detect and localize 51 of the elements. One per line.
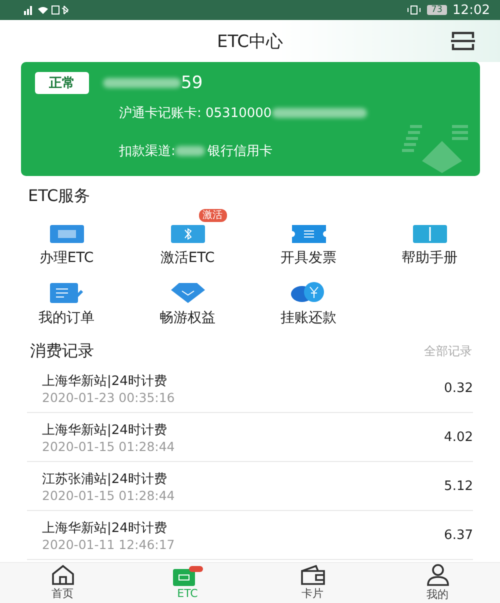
service-item[interactable]: 激活 激活ETC <box>127 207 248 267</box>
ticket-icon <box>292 225 326 243</box>
section-title: ETC服务 <box>28 186 92 207</box>
record-amount: 6.37 <box>444 528 473 542</box>
tab-item[interactable]: 卡片 <box>250 563 375 603</box>
record-time: 2020-01-23 00:35:16 <box>42 390 175 404</box>
record-row[interactable]: 江苏张浦站|24时计费 2020-01-15 01:28:44 5.12 <box>27 462 473 511</box>
record-time: 2020-01-15 01:28:44 <box>42 438 175 454</box>
channel-label: 扣款渠道: <box>119 143 176 160</box>
book-icon <box>412 225 446 243</box>
record-name: 上海华新站|24时计费 <box>42 372 168 390</box>
page-title: ETC中心 <box>217 30 283 52</box>
scan-icon[interactable] <box>450 30 476 52</box>
service-item[interactable]: 挂账还款 <box>248 267 369 327</box>
service-item[interactable]: 畅游权益 <box>127 267 248 327</box>
record-time: 2020-01-15 01:28:44 <box>42 488 175 502</box>
home-icon <box>50 565 74 585</box>
clock-time: 12:02 <box>452 2 490 18</box>
record-row[interactable]: 上海华新站|24时计费 2020-01-23 00:35:16 0.32 <box>27 364 473 413</box>
service-item[interactable]: 办理ETC <box>6 207 127 267</box>
record-row[interactable]: 上海华新站|24时计费 2020-01-11 12:46:17 6.37 <box>27 511 473 560</box>
section-title: 消费记录 <box>30 341 94 362</box>
vibrate-icon <box>407 5 422 15</box>
record-amount: 5.12 <box>444 478 473 494</box>
record-row[interactable]: 上海华新站|24时计费 2020-01-15 01:28:44 4.02 <box>27 413 473 462</box>
plate-number: 59 <box>181 73 203 93</box>
wallet-icon <box>300 565 326 585</box>
service-item[interactable]: 开具发票 <box>248 207 369 267</box>
person-icon <box>426 564 450 586</box>
record-time: 2020-01-11 12:46:17 <box>42 536 175 552</box>
card-icon <box>50 225 84 243</box>
service-item[interactable]: 帮助手册 <box>369 207 490 267</box>
document-pen-icon <box>50 283 84 303</box>
diamond-icon <box>170 283 204 303</box>
service-item[interactable]: 我的订单 <box>6 267 127 327</box>
record-name: 上海华新站|24时计费 <box>42 520 168 536</box>
tab-item[interactable]: 首页 <box>0 563 125 603</box>
status-tag: 正常 <box>35 72 89 94</box>
battery-level: 73 <box>427 5 447 15</box>
record-amount: 0.32 <box>444 380 473 396</box>
activate-badge: 激活 <box>198 209 226 222</box>
record-name: 江苏张浦站|24时计费 <box>42 470 168 488</box>
bluetooth-card-icon <box>170 225 204 243</box>
record-name: 上海华新站|24时计费 <box>42 422 168 438</box>
record-amount: 4.02 <box>444 430 473 444</box>
etc-card-icon <box>172 566 202 586</box>
channel-value: 银行信用卡 <box>207 143 272 160</box>
tab-item[interactable]: 我的 <box>375 563 500 603</box>
account-number: 沪通卡记账卡: 05310000 <box>119 105 272 122</box>
redacted-blur <box>175 146 206 156</box>
etc-card[interactable]: 正常 59 沪通卡记账卡: 05310000 扣款渠道: 银行信用卡 <box>21 62 480 176</box>
